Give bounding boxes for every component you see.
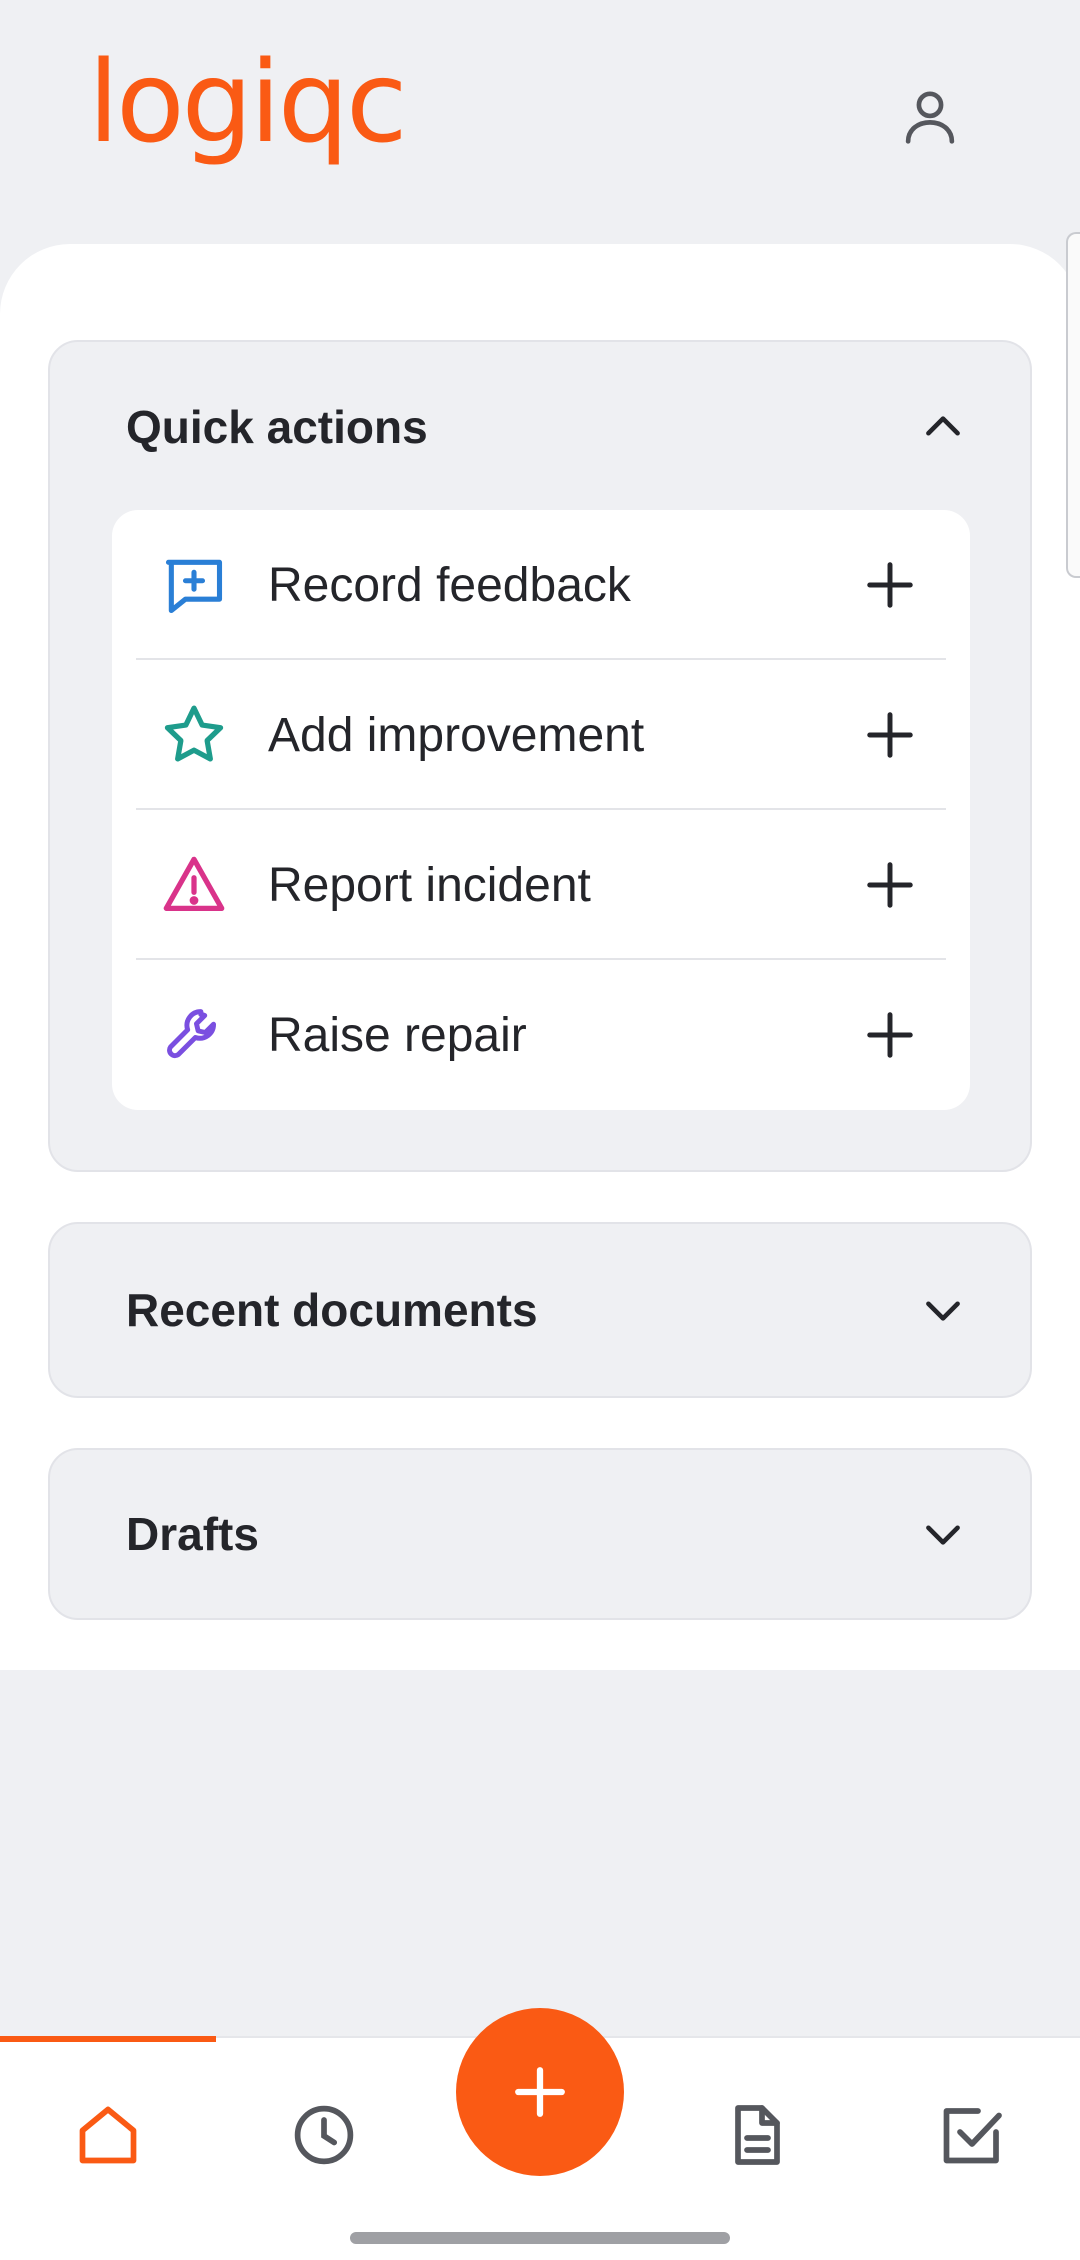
app-root: logiqc Quick actions Record feedback Add…	[0, 0, 1080, 2260]
profile-button[interactable]	[880, 68, 980, 168]
home-icon	[79, 2106, 137, 2164]
action-label: Raise repair	[268, 1008, 527, 1062]
user-icon	[905, 91, 955, 144]
drafts-title: Drafts	[126, 1508, 259, 1560]
action-add-improvement[interactable]: Add improvement	[112, 660, 970, 810]
document-icon	[735, 2105, 780, 2165]
nav-documents[interactable]	[701, 2080, 811, 2190]
wrench-icon	[167, 1009, 217, 1059]
recent-documents-title: Recent documents	[126, 1284, 538, 1336]
nav-home[interactable]	[53, 2080, 163, 2190]
plus-icon	[867, 1012, 913, 1058]
action-label: Report incident	[268, 858, 591, 912]
quick-actions-list: Record feedback Add improvement Report i…	[112, 510, 970, 1110]
active-tab-indicator	[0, 2036, 216, 2042]
nav-history[interactable]	[269, 2080, 379, 2190]
recent-documents-header[interactable]: Recent documents	[50, 1224, 1030, 1396]
chevron-down-icon	[926, 1525, 960, 1545]
home-indicator[interactable]	[350, 2232, 730, 2244]
chevron-up-icon	[926, 416, 960, 436]
scrollbar[interactable]	[1066, 232, 1080, 578]
plus-icon	[867, 712, 913, 758]
recent-documents-panel[interactable]: Recent documents	[48, 1222, 1032, 1398]
plus-icon	[867, 862, 913, 908]
header: logiqc	[0, 0, 1080, 245]
logo: logiqc	[88, 38, 408, 168]
action-report-incident[interactable]: Report incident	[112, 810, 970, 960]
drafts-header[interactable]: Drafts	[50, 1450, 1030, 1618]
add-icon	[515, 2067, 565, 2117]
quick-actions-panel: Quick actions Record feedback Add improv…	[48, 340, 1032, 1172]
warning-icon	[163, 856, 225, 911]
plus-icon	[867, 562, 913, 608]
action-label: Record feedback	[268, 558, 631, 612]
checkbox-icon	[943, 2108, 1002, 2164]
add-fab-button[interactable]	[456, 2008, 624, 2176]
clock-icon	[294, 2105, 354, 2165]
action-record-feedback[interactable]: Record feedback	[112, 510, 970, 660]
chevron-down-icon	[926, 1301, 960, 1321]
message-plus-icon	[165, 559, 223, 614]
quick-actions-header[interactable]: Quick actions	[50, 342, 1030, 512]
drafts-panel[interactable]: Drafts	[48, 1448, 1032, 1620]
nav-tasks[interactable]	[917, 2080, 1027, 2190]
action-raise-repair[interactable]: Raise repair	[112, 960, 970, 1110]
quick-actions-title: Quick actions	[126, 401, 428, 453]
action-label: Add improvement	[268, 708, 645, 762]
star-icon	[164, 705, 224, 762]
